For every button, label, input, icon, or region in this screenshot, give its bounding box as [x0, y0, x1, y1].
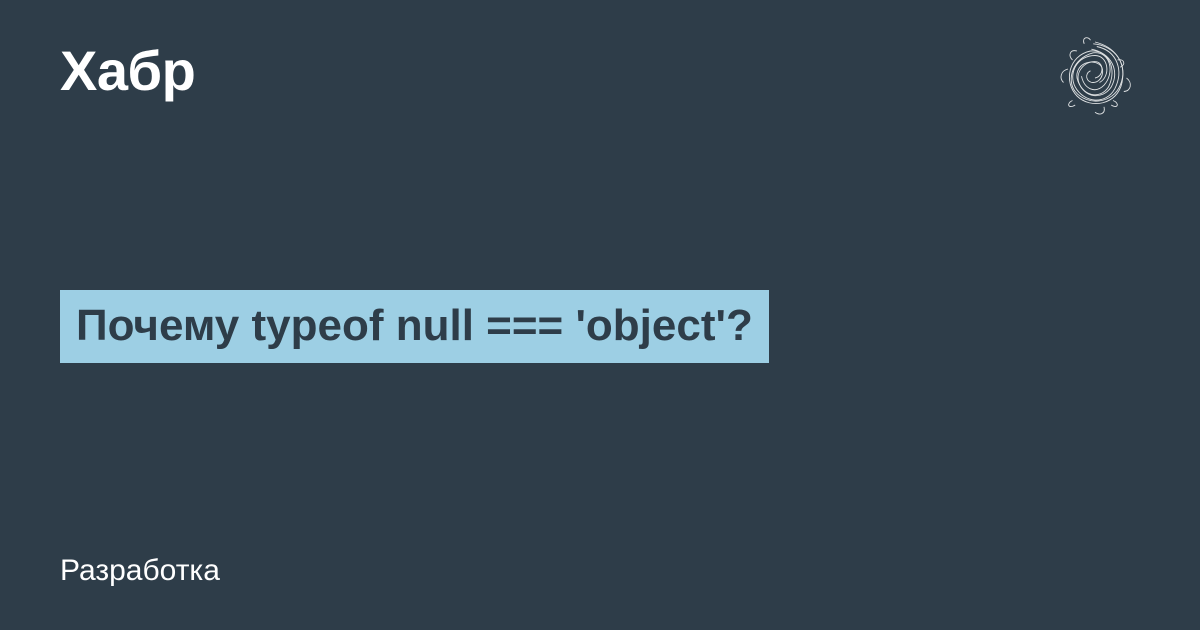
- header: Хабр: [60, 38, 1140, 123]
- scribble-icon: [1050, 33, 1140, 123]
- article-title-container: Почему typeof null === 'object'?: [60, 290, 769, 363]
- article-title: Почему typeof null === 'object'?: [60, 290, 769, 363]
- category-label: Разработка: [60, 554, 220, 588]
- brand-logo: Хабр: [60, 38, 195, 103]
